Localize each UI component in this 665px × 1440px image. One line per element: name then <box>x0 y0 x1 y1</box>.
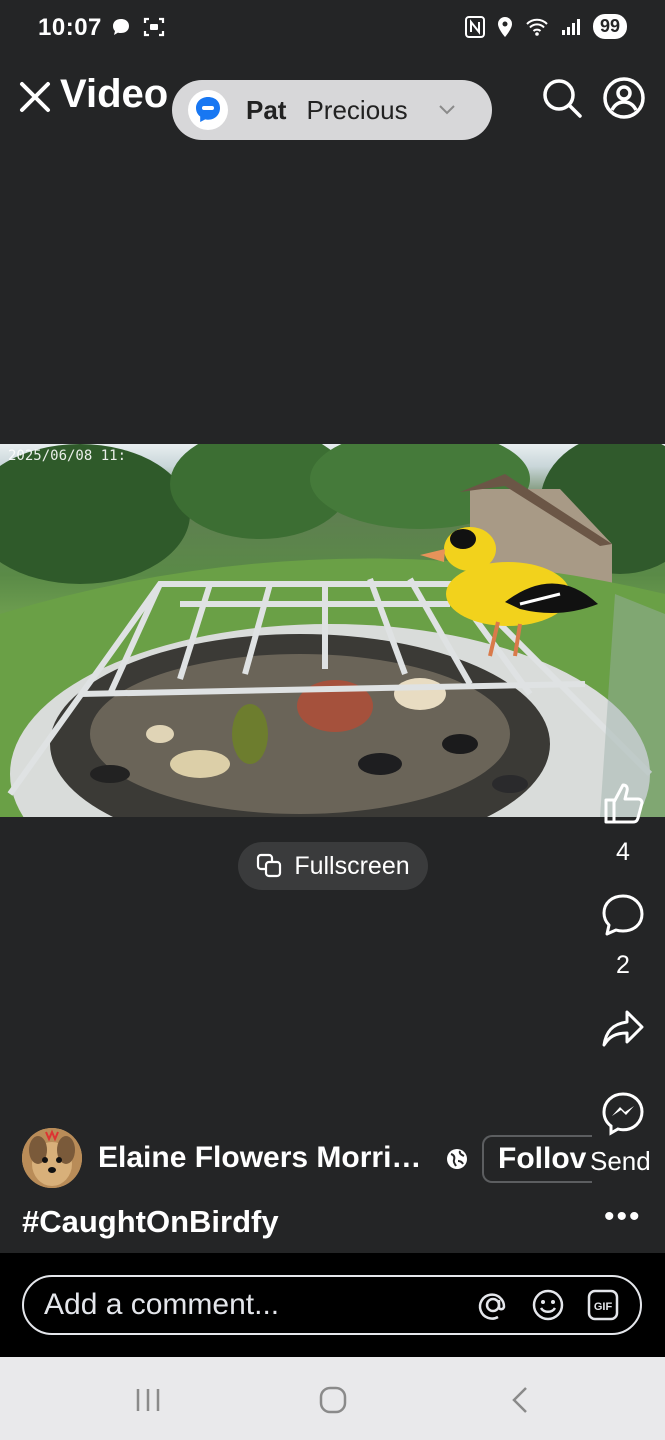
signal-icon <box>561 18 580 35</box>
chat-second-name: Precious <box>306 94 408 125</box>
video-player[interactable]: 2025/06/08 11: <box>0 444 665 817</box>
gif-icon[interactable]: GIF <box>586 1288 620 1322</box>
search-icon[interactable] <box>540 76 584 120</box>
more-icon[interactable]: ••• <box>604 1200 642 1234</box>
send-label[interactable]: Send <box>590 1146 651 1177</box>
fullscreen-icon <box>257 853 282 878</box>
emoji-icon[interactable] <box>531 1288 565 1322</box>
fullscreen-label: Fullscreen <box>294 851 410 880</box>
avatar[interactable] <box>22 1128 82 1188</box>
fullscreen-button[interactable]: Fullscreen <box>238 842 428 890</box>
author-name[interactable]: Elaine Flowers Morri… <box>98 1141 433 1175</box>
status-time: 10:07 <box>38 14 102 41</box>
back-icon[interactable] <box>508 1385 532 1415</box>
comment-icon[interactable] <box>600 892 646 938</box>
profile-icon[interactable] <box>602 76 646 120</box>
globe-icon <box>447 1149 467 1169</box>
system-navigation-bar <box>0 1357 665 1440</box>
messenger-send-icon[interactable] <box>600 1090 646 1136</box>
location-icon <box>497 16 512 37</box>
nfc-icon <box>464 15 485 38</box>
chevron-down-icon[interactable] <box>438 104 456 116</box>
chat-notification-icon <box>113 19 129 35</box>
messenger-icon <box>188 90 228 130</box>
video-frame <box>0 444 665 817</box>
status-notification-icons <box>110 16 166 38</box>
recent-apps-icon[interactable] <box>134 1387 162 1413</box>
page-title: Video <box>60 72 169 116</box>
comment-count: 2 <box>616 951 630 979</box>
screenshot-notification-icon <box>143 17 165 37</box>
status-system-icons: 99 <box>464 14 627 39</box>
video-timestamp: 2025/06/08 11: <box>8 448 127 464</box>
home-icon[interactable] <box>318 1385 348 1415</box>
follow-button[interactable]: Follov <box>482 1135 592 1183</box>
chat-head-pill[interactable]: Pat Precious <box>172 80 492 140</box>
close-icon[interactable] <box>18 76 54 116</box>
comment-placeholder: Add a comment... <box>44 1288 280 1321</box>
like-count: 4 <box>616 838 630 866</box>
svg-text:GIF: GIF <box>594 1301 613 1313</box>
wifi-icon <box>526 18 548 36</box>
share-icon[interactable] <box>600 1006 646 1052</box>
like-icon[interactable] <box>600 780 646 826</box>
chat-first-name: Pat <box>246 94 287 125</box>
mention-icon[interactable] <box>476 1288 510 1322</box>
post-caption[interactable]: #CaughtOnBirdfy <box>22 1204 279 1240</box>
battery-indicator: 99 <box>592 14 627 39</box>
